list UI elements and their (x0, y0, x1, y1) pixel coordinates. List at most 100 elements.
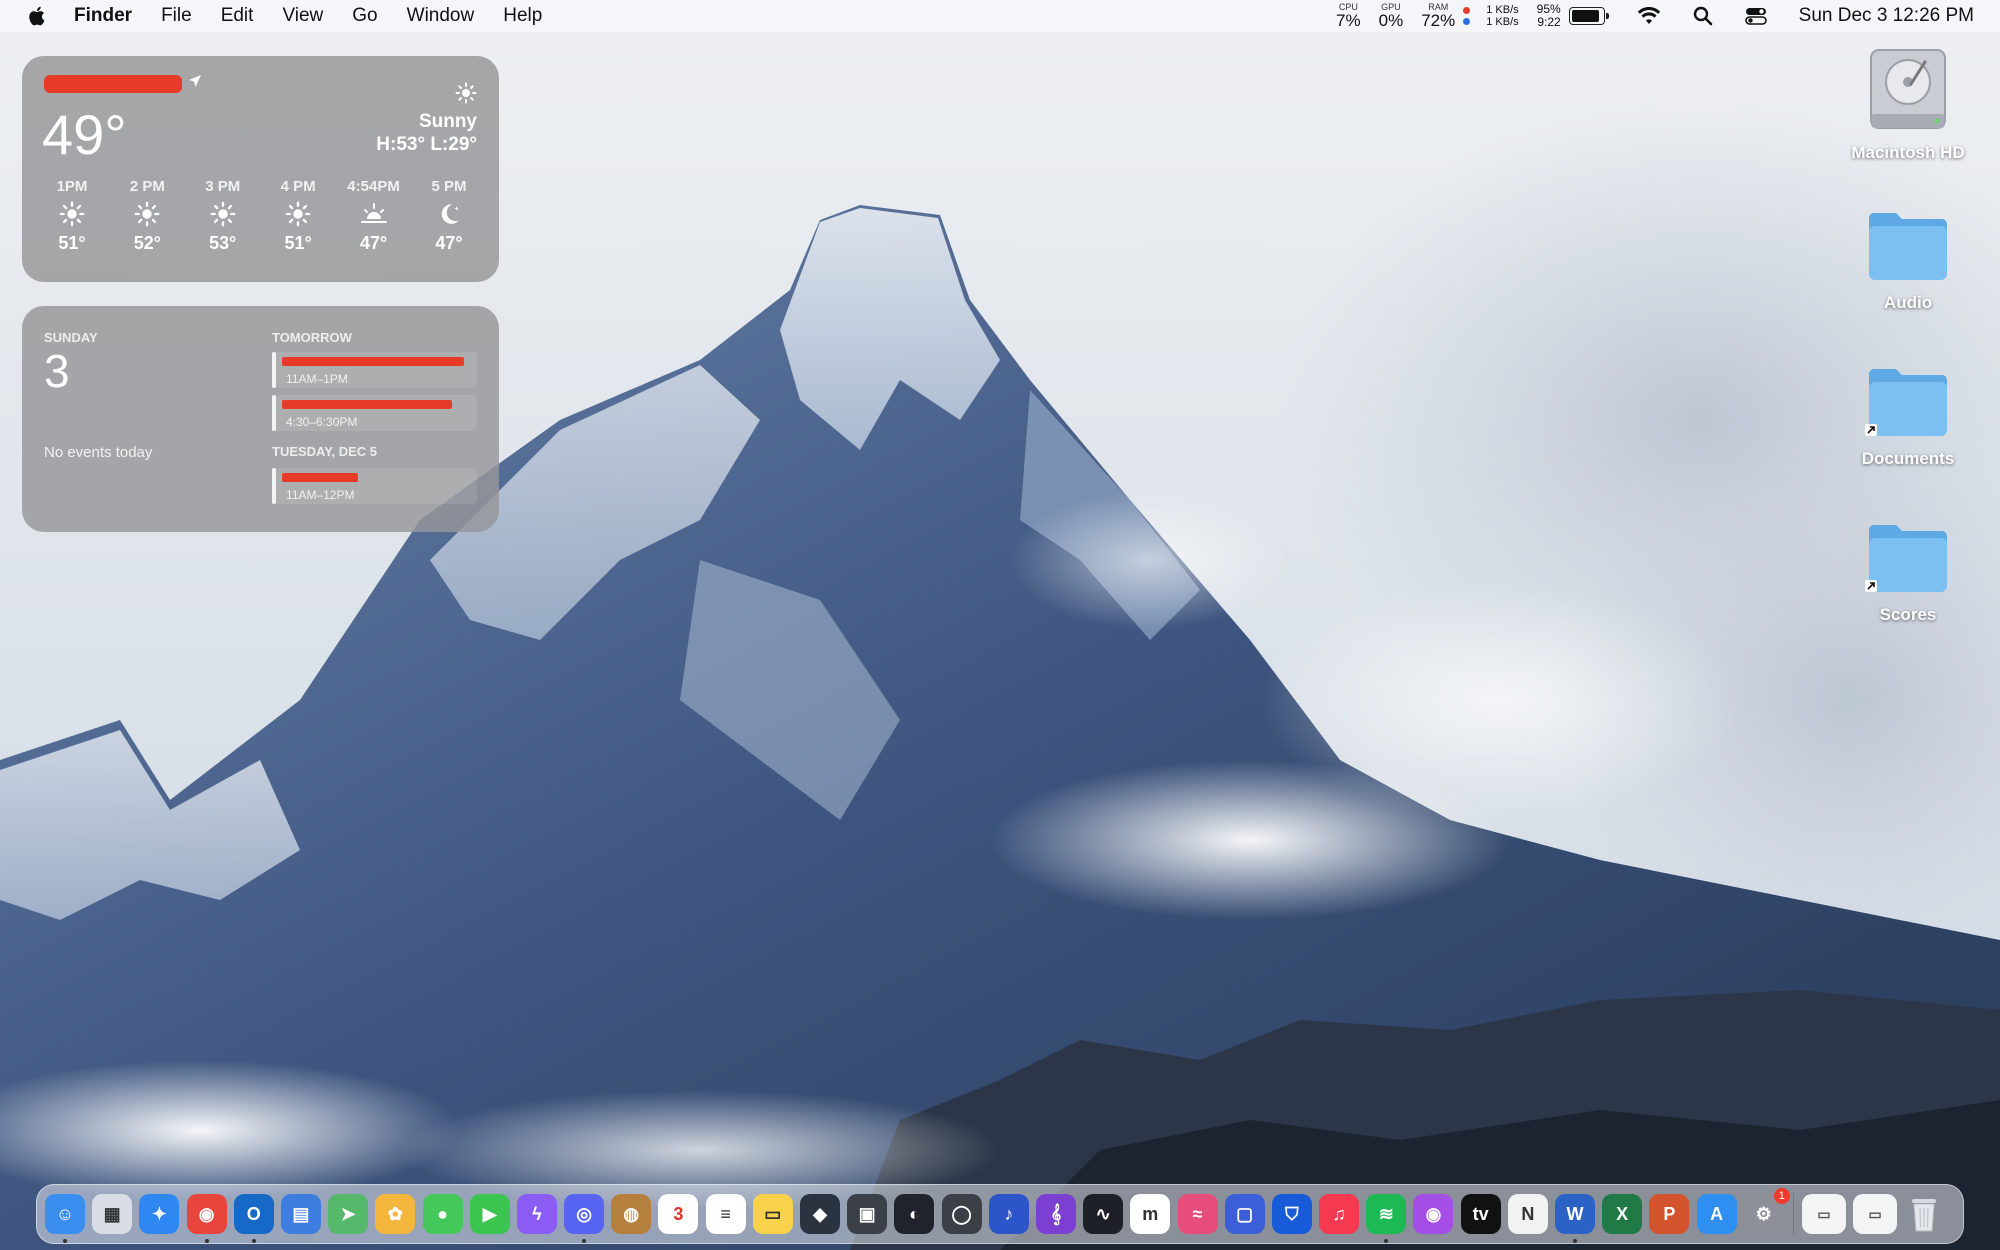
forecast-time: 4 PM (280, 178, 316, 195)
messenger-icon: ϟ (532, 1203, 542, 1224)
dock-app-discord[interactable]: ◎ (564, 1194, 605, 1243)
dock-app-musescore[interactable]: 𝄞 (1035, 1194, 1076, 1234)
dock-app-screens[interactable]: ▢ (1224, 1194, 1265, 1234)
dock-minimized-window[interactable]: ▭ (1801, 1194, 1846, 1234)
dock-app-logic[interactable]: ◯ (941, 1194, 982, 1234)
forecast-temp: 51° (58, 233, 86, 253)
forecast-hour: 4 PM 51° (266, 178, 330, 254)
dock-app-davinci[interactable]: ◆ (800, 1194, 840, 1234)
sun-icon (210, 195, 236, 233)
dock-app-calendar[interactable]: 3 (658, 1194, 699, 1234)
spotlight-search-icon[interactable] (1693, 6, 1713, 26)
menu-view[interactable]: View (282, 5, 323, 27)
running-indicator (204, 1239, 209, 1243)
dock-trash[interactable] (1904, 1194, 1944, 1234)
forecast-temp: 47° (435, 233, 463, 253)
dock-app-outlook[interactable]: O (233, 1194, 274, 1243)
menu-edit[interactable]: Edit (221, 5, 254, 27)
dock-app-compressor[interactable]: ▣ (847, 1194, 888, 1234)
desktop-icon-label: Documents (1861, 449, 1955, 468)
dock-app-notes[interactable]: ▭ (752, 1194, 793, 1234)
apple-logo-icon[interactable] (26, 5, 56, 27)
desktop-icon-scores[interactable]: Scores (1833, 520, 1983, 625)
forecast-temp: 53° (209, 233, 237, 253)
wifi-icon[interactable] (1637, 7, 1661, 25)
gpu-meter[interactable]: GPU 0% (1379, 3, 1404, 30)
forecast-time: 5 PM (431, 178, 467, 195)
outlook-icon: O (246, 1203, 261, 1224)
dock-app-contacts[interactable]: ◍ (611, 1194, 652, 1234)
dock-app-facetime[interactable]: ▶ (469, 1194, 510, 1234)
forecast-time: 3 PM (205, 178, 241, 195)
sun-icon (59, 195, 85, 233)
dock-app-waveform[interactable]: ≈ (1177, 1194, 1218, 1234)
desktop-icon-label: Scores (1879, 605, 1937, 624)
calendar-event[interactable]: 11AM–1PM (272, 352, 477, 388)
calendar-event[interactable]: 11AM–12PM (272, 468, 477, 504)
dock-app-audio-app[interactable]: ♪ (988, 1194, 1029, 1234)
dock-app-obs[interactable]: ◐ (894, 1194, 935, 1234)
dock-app-bitwarden[interactable]: ⛉ (1271, 1194, 1312, 1234)
dock-app-launchpad[interactable]: ▦ (92, 1194, 133, 1234)
cpu-meter[interactable]: CPU 7% (1336, 3, 1361, 30)
forecast-temp: 52° (133, 233, 161, 253)
dock-app-system-settings[interactable]: ⚙ 1 (1743, 1188, 1790, 1234)
music-icon: ♫ (1332, 1203, 1346, 1224)
dock-app-photos[interactable]: ✿ (375, 1194, 416, 1234)
forecast-hour: 4:54PM 47° (342, 178, 406, 254)
menu-go[interactable]: Go (352, 5, 377, 27)
dock-app-powerpoint[interactable]: P (1649, 1194, 1690, 1234)
disk-activity-indicator (1463, 5, 1471, 27)
activity-icon: ∿ (1095, 1203, 1111, 1224)
battery-icon[interactable] (1568, 7, 1609, 25)
menu-help[interactable]: Help (503, 5, 542, 27)
dock-app-music[interactable]: ♫ (1319, 1194, 1360, 1234)
finder-icon: ☺ (55, 1203, 75, 1224)
dock-app-excel[interactable]: X (1602, 1194, 1643, 1234)
dock-app-safari[interactable]: ✦ (139, 1194, 180, 1234)
audio-app-icon: ♪ (1004, 1203, 1014, 1224)
notification-badge: 1 (1773, 1188, 1790, 1204)
network-download: 1 KB/s (1486, 16, 1519, 28)
menu-app-finder[interactable]: Finder (74, 5, 132, 27)
dock-minimized-window[interactable]: ▭ (1853, 1194, 1898, 1234)
redacted-event-title (282, 400, 452, 409)
dock-app-activity[interactable]: ∿ (1083, 1194, 1124, 1234)
running-indicator (1573, 1239, 1577, 1243)
battery-readout[interactable]: 95% 9:22 (1537, 3, 1561, 29)
desktop-icon-audio[interactable]: Audio (1833, 208, 1983, 313)
sunset-icon (359, 195, 389, 233)
forecast-hour: 2 PM 52° (115, 178, 179, 254)
dock-app-word[interactable]: W (1555, 1194, 1595, 1243)
ram-meter[interactable]: RAM 72% (1421, 3, 1455, 30)
dock-app-app-store[interactable]: A (1696, 1194, 1737, 1234)
weather-widget[interactable]: 49° Sunny H:53° L:29° 1PM 51° 2 PM 52° 3… (22, 56, 499, 282)
dock-app-tv[interactable]: tv (1460, 1194, 1501, 1234)
menu-bar-clock[interactable]: Sun Dec 3 12:26 PM (1799, 5, 1974, 27)
location-arrow-icon (188, 74, 202, 93)
menu-file[interactable]: File (161, 5, 192, 27)
calendar-event[interactable]: 4:30–6:30PM (272, 395, 477, 431)
dock-app-messages[interactable]: ● (422, 1194, 463, 1234)
musescore-icon: 𝄞 (1050, 1203, 1062, 1224)
desktop-icon-label: Audio (1883, 293, 1933, 312)
dock-app-podcasts[interactable]: ◉ (1413, 1194, 1454, 1234)
control-center-icon[interactable] (1744, 6, 1767, 26)
dock-app-chrome[interactable]: ◉ (186, 1194, 227, 1243)
dock-app-m-app[interactable]: m (1130, 1194, 1171, 1234)
dock-app-spotify[interactable]: ≋ (1366, 1194, 1407, 1243)
dock-app-maps[interactable]: ➤ (328, 1194, 369, 1234)
dock-app-files[interactable]: ▤ (280, 1194, 321, 1234)
calendar-widget[interactable]: SUNDAY 3 No events today TOMORROW 11AM–1… (22, 306, 499, 532)
menu-window[interactable]: Window (407, 5, 475, 27)
dock-app-messenger[interactable]: ϟ (516, 1194, 557, 1234)
network-meter[interactable]: 1 KB/s 1 KB/s (1486, 4, 1518, 28)
dock-app-news[interactable]: N (1507, 1194, 1548, 1234)
sun-icon (134, 195, 160, 233)
calendar-no-events: No events today (44, 444, 153, 461)
dock-app-reminders[interactable]: ≡ (705, 1194, 746, 1234)
desktop-icon-macintosh-hd[interactable]: Macintosh HD (1833, 44, 1983, 163)
forecast-temp: 51° (284, 233, 312, 253)
desktop-icon-documents[interactable]: Documents (1833, 364, 1983, 469)
dock-app-finder[interactable]: ☺ (45, 1194, 85, 1243)
